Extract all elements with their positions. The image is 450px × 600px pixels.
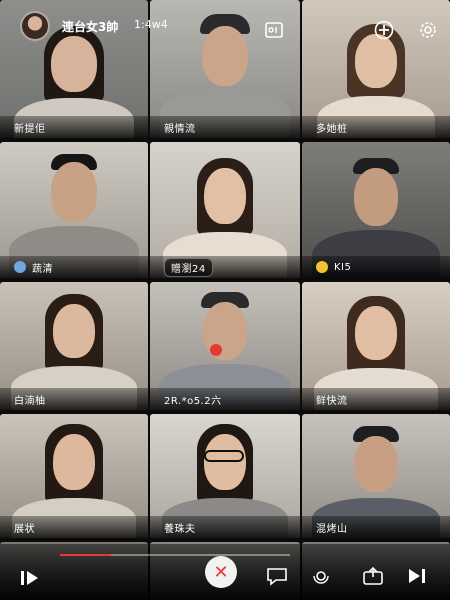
screen-share-icon[interactable] — [262, 18, 286, 42]
participant-tile[interactable]: 贈瀏24 — [150, 142, 300, 278]
glasses-icon — [204, 450, 244, 462]
play-pause-icon[interactable] — [18, 568, 42, 588]
call-controls: ✕ — [0, 544, 450, 600]
participant-tile[interactable]: 養珠夫 — [150, 414, 300, 538]
progress-fill — [60, 554, 111, 556]
participant-name-label: 白湳柚 — [0, 388, 148, 410]
participant-name-label: 蔬清 — [0, 256, 148, 278]
participant-name-label: 養珠夫 — [150, 516, 300, 538]
gear-icon[interactable] — [416, 18, 440, 42]
add-icon[interactable] — [372, 18, 396, 42]
progress-bar[interactable] — [60, 554, 290, 556]
participant-name-label: 鲜快流 — [302, 388, 450, 410]
participant-tile[interactable]: 2R.*o5.2六 — [150, 282, 300, 410]
participant-tile[interactable]: 混烤山 — [302, 414, 450, 538]
chat-icon[interactable] — [264, 564, 290, 588]
end-call-button[interactable]: ✕ — [205, 556, 237, 588]
participant-tile[interactable]: 蔬清 — [0, 142, 148, 278]
participant-name-label: 2R.*o5.2六 — [150, 388, 300, 410]
participant-name-label: 多她桩 — [302, 116, 450, 138]
status-badge — [316, 261, 328, 273]
call-title: 連台女3帥 — [62, 20, 119, 34]
participant-name-label: KI5 — [302, 256, 450, 278]
video-grid: 新提佢 親情流 多她桩 蔬清 贈瀏24 KI5 白湳柚 2R.*o5.2六 鲜快… — [0, 0, 450, 600]
participant-name-label: 新提佢 — [0, 116, 148, 138]
participant-name-label: 親情流 — [150, 116, 300, 138]
participant-name-label: 混烤山 — [302, 516, 450, 538]
status-badge — [14, 261, 26, 273]
end-call-icon: ✕ — [213, 561, 229, 583]
call-subtitle: 1:4w4 — [134, 18, 168, 31]
participant-tile[interactable]: 白湳柚 — [0, 282, 148, 410]
participant-name-label: 展状 — [0, 516, 148, 538]
avatar[interactable] — [20, 11, 50, 41]
strawberry-icon — [210, 344, 222, 356]
participant-tile[interactable]: 鲜快流 — [302, 282, 450, 410]
mic-icon[interactable] — [308, 564, 334, 588]
participant-tile[interactable]: 展状 — [0, 414, 148, 538]
share-icon[interactable] — [360, 564, 386, 588]
participant-name-label: 贈瀏24 — [150, 256, 300, 278]
participant-tile[interactable]: KI5 — [302, 142, 450, 278]
next-icon[interactable] — [404, 564, 430, 588]
